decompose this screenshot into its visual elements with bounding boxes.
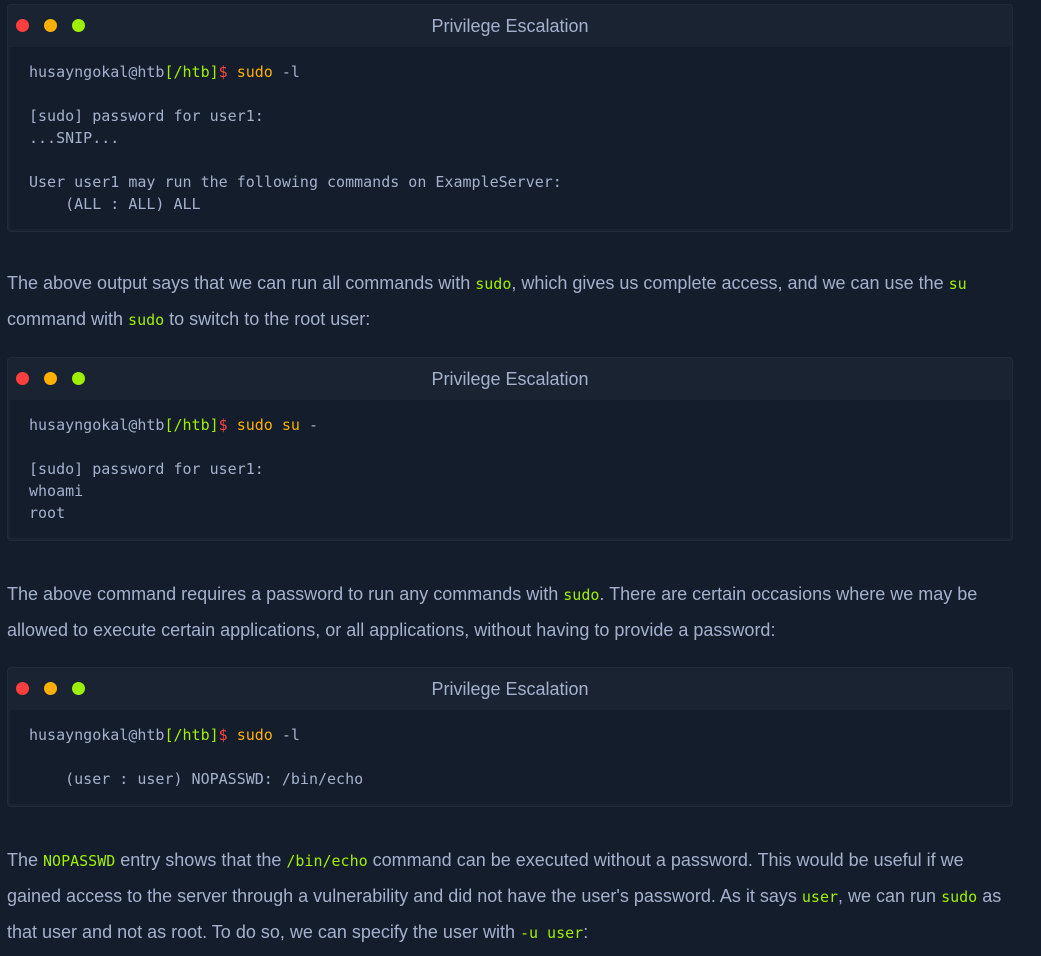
prompt-path: [/htb] [164, 63, 219, 81]
command-args: -l [272, 63, 300, 81]
command: sudo [236, 63, 273, 81]
window-controls [16, 19, 85, 32]
output-line: (user : user) NOPASSWD: /bin/echo [29, 770, 364, 788]
terminal-header: Privilege Escalation [8, 358, 1012, 400]
close-dot-icon [16, 372, 29, 385]
output-line: (ALL : ALL) ALL [29, 195, 201, 213]
terminal-title: Privilege Escalation [431, 368, 589, 389]
inline-code: sudo [941, 888, 978, 906]
main-content: Privilege Escalation husayngokal@htb[/ht… [0, 4, 1041, 951]
inline-code: -u user [519, 924, 584, 942]
terminal-title: Privilege Escalation [431, 678, 589, 699]
prompt-dollar: $ [218, 726, 228, 744]
output-line: User user1 may run the following command… [29, 173, 562, 191]
close-dot-icon [16, 682, 29, 695]
maximize-dot-icon [72, 372, 85, 385]
command: sudo [236, 726, 273, 744]
terminal-title: Privilege Escalation [431, 15, 589, 36]
window-controls [16, 372, 85, 385]
prompt-line: husayngokal@htb[/htb]$ sudo -l [29, 61, 991, 83]
inline-code: NOPASSWD [43, 852, 116, 870]
output-line: [sudo] password for user1: [29, 107, 264, 125]
command-args: -l [272, 726, 300, 744]
command-args: - [299, 416, 318, 434]
maximize-dot-icon [72, 682, 85, 695]
inline-code: sudo [475, 275, 512, 293]
terminal-body[interactable]: husayngokal@htb[/htb]$ sudo -l (user : u… [10, 710, 1010, 804]
terminal-header: Privilege Escalation [8, 668, 1012, 710]
paragraph-3: The NOPASSWD entry shows that the /bin/e… [7, 850, 1002, 942]
minimize-dot-icon [44, 682, 57, 695]
prompt-line: husayngokal@htb[/htb]$ sudo -l [29, 724, 991, 746]
prompt-user: husayngokal@htb [29, 63, 165, 81]
minimize-dot-icon [44, 372, 57, 385]
prompt-dollar: $ [218, 416, 228, 434]
prompt-path: [/htb] [164, 416, 219, 434]
output-line: [sudo] password for user1: [29, 460, 264, 478]
window-controls [16, 682, 85, 695]
inline-code: user [801, 888, 839, 906]
terminal-block-1: Privilege Escalation husayngokal@htb[/ht… [7, 4, 1013, 232]
inline-code: /bin/echo [286, 852, 368, 870]
inline-code: su [948, 275, 967, 293]
prompt-user: husayngokal@htb [29, 726, 165, 744]
output-line: whoami [29, 482, 84, 500]
terminal-block-3: Privilege Escalation husayngokal@htb[/ht… [7, 667, 1013, 807]
output-line: root [29, 504, 66, 522]
paragraph-1: The above output says that we can run al… [7, 273, 967, 329]
output-line: ...SNIP... [29, 129, 120, 147]
prompt-path: [/htb] [164, 726, 219, 744]
terminal-body[interactable]: husayngokal@htb[/htb]$ sudo su - [sudo] p… [10, 400, 1010, 538]
prompt-dollar: $ [218, 63, 228, 81]
close-dot-icon [16, 19, 29, 32]
inline-code: sudo [128, 311, 165, 329]
terminal-body[interactable]: husayngokal@htb[/htb]$ sudo -l [sudo] pas… [10, 47, 1010, 229]
minimize-dot-icon [44, 19, 57, 32]
maximize-dot-icon [72, 19, 85, 32]
paragraph-2: The above command requires a password to… [7, 584, 978, 640]
terminal-block-2: Privilege Escalation husayngokal@htb[/ht… [7, 357, 1013, 541]
prompt-user: husayngokal@htb [29, 416, 165, 434]
command: sudo su [236, 416, 300, 434]
terminal-header: Privilege Escalation [8, 5, 1012, 47]
prompt-line: husayngokal@htb[/htb]$ sudo su - [29, 414, 991, 436]
inline-code: sudo [563, 586, 600, 604]
